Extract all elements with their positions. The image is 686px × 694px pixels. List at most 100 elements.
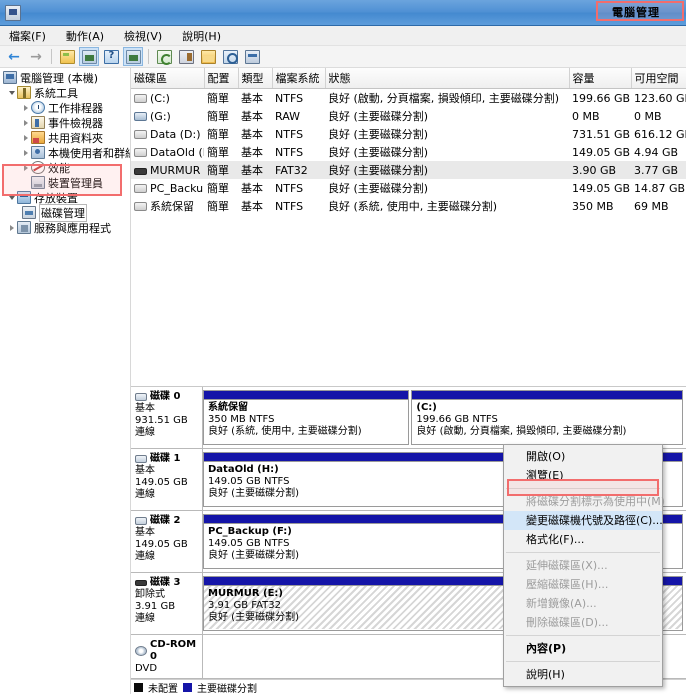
menu-help[interactable]: 說明(H) bbox=[179, 27, 224, 45]
properties-icon[interactable] bbox=[176, 47, 196, 66]
cdrom-header[interactable]: CD-ROM 0 DVD bbox=[131, 635, 203, 678]
open-icon[interactable] bbox=[198, 47, 218, 66]
graphical-disk-view: 磁碟 0 基本 931.51 GB 連線 系統保留 350 MB NTFS 良好… bbox=[131, 387, 686, 694]
partition-size: 199.66 GB NTFS bbox=[416, 414, 498, 425]
expander-icon-system-tools[interactable] bbox=[6, 90, 17, 95]
legend-swatch-primary bbox=[183, 682, 192, 692]
disk-header-1[interactable]: 磁碟 1 基本 149.05 GB 連線 bbox=[131, 449, 203, 510]
search-icon[interactable] bbox=[220, 47, 240, 66]
ctx-change-drive-letter[interactable]: 變更磁碟機代號及路徑(C)... bbox=[504, 511, 663, 530]
disk-body-0: 系統保留 350 MB NTFS 良好 (系統, 使用中, 主要磁碟分割) (C… bbox=[203, 387, 686, 448]
cell-volume: DataOld (H:) bbox=[131, 143, 204, 161]
expander-icon-services[interactable] bbox=[6, 224, 17, 231]
disk-header-0[interactable]: 磁碟 0 基本 931.51 GB 連線 bbox=[131, 387, 203, 448]
up-folder-icon[interactable] bbox=[57, 47, 77, 66]
col-volume[interactable]: 磁碟區 bbox=[131, 68, 205, 89]
sidebar-item-local-users-groups[interactable]: 本機使用者和群組 bbox=[0, 145, 130, 160]
cell-status: 良好 (主要磁碟分割) bbox=[328, 110, 429, 123]
table-row[interactable]: 系統保留 簡單 基本 NTFS 良好 (系統, 使用中, 主要磁碟分割) 350… bbox=[131, 197, 686, 215]
disk-icon bbox=[135, 455, 147, 463]
partition-system-reserved[interactable]: 系統保留 350 MB NTFS 良好 (系統, 使用中, 主要磁碟分割) bbox=[203, 390, 410, 445]
table-row[interactable]: (G:) 簡單 基本 RAW 良好 (主要磁碟分割) 0 MB 0 MB 100… bbox=[131, 107, 686, 125]
cell-capacity: 199.66 GB bbox=[572, 91, 631, 105]
table-row[interactable]: MURMUR (E:) 簡單 基本 FAT32 良好 (主要磁碟分割) 3.90… bbox=[131, 161, 686, 179]
context-menu[interactable]: 開啟(O) 瀏覽(E) 將磁碟分割標示為使用中(M) 變更磁碟機代號及路徑(C)… bbox=[503, 444, 665, 687]
sidebar-item-shared-folders[interactable]: 共用資料夾 bbox=[0, 130, 130, 145]
col-freespace[interactable]: 可用空間 bbox=[631, 68, 686, 89]
cell-capacity: 149.05 GB bbox=[572, 181, 631, 195]
menu-view[interactable]: 檢視(V) bbox=[121, 27, 165, 45]
cell-layout: 簡單 bbox=[207, 200, 229, 213]
cell-status: 良好 (系統, 使用中, 主要磁碟分割) bbox=[328, 200, 498, 213]
help-icon[interactable] bbox=[101, 47, 121, 66]
sidebar-item-performance[interactable]: 效能 bbox=[0, 160, 130, 175]
ctx-help[interactable]: 說明(H) bbox=[504, 665, 662, 684]
sidebar-item-services-and-applications[interactable]: 服務與應用程式 bbox=[0, 220, 130, 235]
ctx-explore[interactable]: 瀏覽(E) bbox=[504, 466, 662, 485]
cell-filesystem: NTFS bbox=[275, 181, 304, 195]
expander-icon-shared-folders[interactable] bbox=[20, 134, 31, 141]
cell-layout: 簡單 bbox=[207, 92, 229, 105]
forward-arrow-icon[interactable]: → bbox=[26, 47, 46, 66]
table-row[interactable]: PC_Backup (F:) 簡單 基本 NTFS 良好 (主要磁碟分割) 14… bbox=[131, 179, 686, 197]
partition-c[interactable]: (C:) 199.66 GB NTFS 良好 (啟動, 分頁檔案, 損毀傾印, … bbox=[411, 390, 683, 445]
refresh-icon[interactable] bbox=[154, 47, 174, 66]
partition-name: (C:) bbox=[416, 402, 437, 413]
col-capacity[interactable]: 容量 bbox=[569, 68, 632, 89]
volume-name: Data (D:) bbox=[150, 127, 201, 141]
cell-freespace: 123.60 GB bbox=[634, 91, 686, 105]
cell-filesystem: NTFS bbox=[275, 199, 304, 213]
volume-name: PC_Backup (F:) bbox=[150, 181, 204, 195]
sidebar-item-device-manager[interactable]: 裝置管理員 bbox=[0, 175, 130, 190]
cell-filesystem: RAW bbox=[275, 109, 300, 123]
disk-size: 931.51 GB bbox=[135, 415, 188, 426]
partition-color-bar bbox=[412, 391, 682, 400]
toolbar-separator-1 bbox=[51, 49, 52, 64]
disk-status: 連線 bbox=[135, 551, 155, 562]
show-action-pane-icon[interactable] bbox=[123, 47, 143, 66]
ctx-format[interactable]: 格式化(F)... bbox=[504, 530, 662, 549]
disk-header-2[interactable]: 磁碟 2 基本 149.05 GB 連線 bbox=[131, 511, 203, 572]
sidebar-label-device-manager: 裝置管理員 bbox=[48, 176, 103, 190]
expander-icon-storage[interactable] bbox=[6, 195, 17, 200]
disk-size: 3.91 GB bbox=[135, 601, 176, 612]
expander-icon-task-scheduler[interactable] bbox=[20, 104, 31, 111]
tree-root-label: 電腦管理 (本機) bbox=[20, 71, 99, 85]
removable-disk-icon bbox=[135, 580, 147, 586]
menu-action[interactable]: 動作(A) bbox=[63, 27, 107, 45]
col-type[interactable]: 類型 bbox=[238, 68, 273, 89]
sidebar-item-system-tools[interactable]: 系統工具 bbox=[0, 85, 130, 100]
menu-file[interactable]: 檔案(F) bbox=[6, 27, 49, 45]
raw-drive-icon bbox=[134, 111, 147, 121]
back-arrow-icon[interactable]: ← bbox=[4, 47, 24, 66]
tools-icon bbox=[17, 86, 31, 99]
cdrom-name: CD-ROM 0 bbox=[150, 639, 197, 662]
table-row[interactable]: (C:) 簡單 基本 NTFS 良好 (啟動, 分頁檔案, 損毀傾印, 主要磁碟… bbox=[131, 89, 686, 108]
sidebar-label-shared-folders: 共用資料夾 bbox=[48, 131, 103, 145]
col-status[interactable]: 狀態 bbox=[325, 68, 570, 89]
sidebar-item-disk-management[interactable]: 磁碟管理 bbox=[0, 203, 130, 222]
tree-root-computer-management[interactable]: 電腦管理 (本機) bbox=[0, 70, 130, 85]
col-layout[interactable]: 配置 bbox=[204, 68, 239, 89]
disk-header-3[interactable]: 磁碟 3 卸除式 3.91 GB 連線 bbox=[131, 573, 203, 634]
table-row[interactable]: DataOld (H:) 簡單 基本 NTFS 良好 (主要磁碟分割) 149.… bbox=[131, 143, 686, 161]
sidebar-item-event-viewer[interactable]: 事件檢視器 bbox=[0, 115, 130, 130]
expander-icon-performance[interactable] bbox=[20, 164, 31, 171]
disk-icon[interactable] bbox=[242, 47, 262, 66]
ctx-open[interactable]: 開啟(O) bbox=[504, 447, 662, 466]
table-row[interactable]: Data (D:) 簡單 基本 NTFS 良好 (主要磁碟分割) 731.51 … bbox=[131, 125, 686, 143]
partition-size: 350 MB NTFS bbox=[208, 414, 275, 425]
cell-layout: 簡單 bbox=[207, 146, 229, 159]
sidebar-label-system-tools: 系統工具 bbox=[34, 86, 78, 100]
sidebar-label-task-scheduler: 工作排程器 bbox=[48, 101, 103, 115]
sidebar-item-task-scheduler[interactable]: 工作排程器 bbox=[0, 100, 130, 115]
expander-icon-local-users-groups[interactable] bbox=[20, 149, 31, 156]
details-pane: 磁碟區 配置 類型 檔案系統 狀態 容量 可用空間 可用百分比 (C:) bbox=[131, 68, 686, 694]
col-filesystem[interactable]: 檔案系統 bbox=[272, 68, 326, 89]
expander-icon-event-viewer[interactable] bbox=[20, 119, 31, 126]
cell-volume: (G:) bbox=[131, 107, 204, 125]
annotation-label-window-title: 電腦管理 bbox=[612, 6, 660, 19]
drive-icon bbox=[134, 183, 147, 193]
ctx-properties[interactable]: 內容(P) bbox=[504, 639, 662, 658]
show-console-tree-icon[interactable] bbox=[79, 47, 99, 66]
